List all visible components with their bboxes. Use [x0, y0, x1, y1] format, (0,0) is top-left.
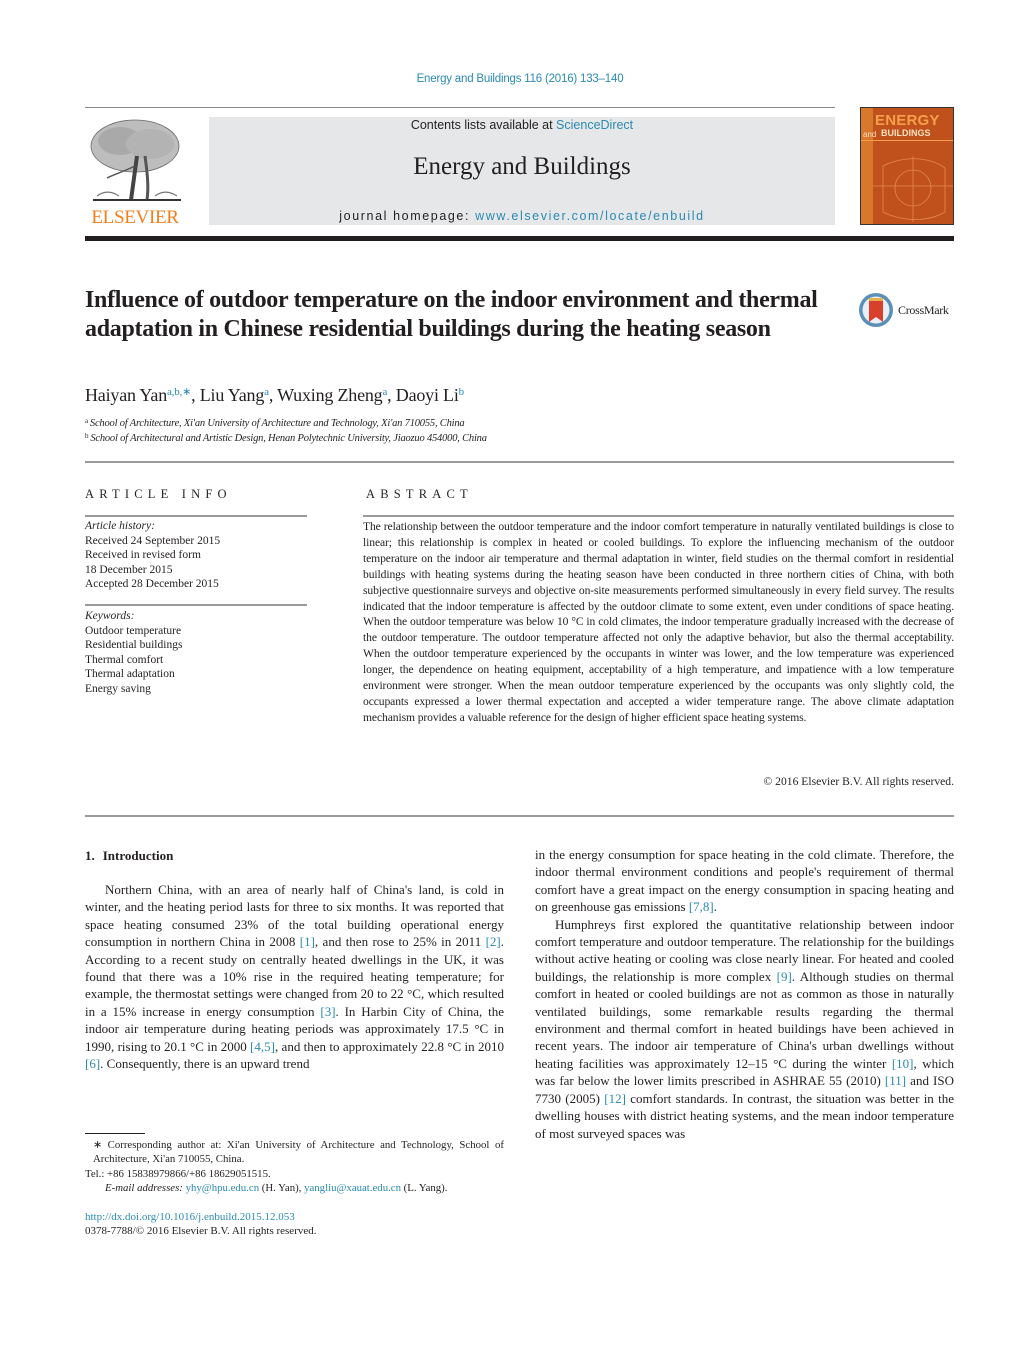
- telephone-note: Tel.: +86 15838979866/+86 18629051515.: [85, 1167, 271, 1180]
- keyword-item: Residential buildings: [85, 639, 183, 651]
- homepage-prefix: journal homepage:: [339, 209, 476, 223]
- paragraph: in the energy consumption for space heat…: [535, 846, 954, 916]
- article-history: Article history: Received 24 September 2…: [85, 519, 220, 592]
- author-separator: ,: [268, 385, 278, 405]
- reference-link[interactable]: [9]: [777, 969, 792, 984]
- journal-banner: Contents lists available at ScienceDirec…: [209, 117, 835, 225]
- cover-title-energy: ENERGY: [875, 112, 940, 129]
- elsevier-wordmark: ELSEVIER: [91, 207, 179, 228]
- author-name[interactable]: Liu Yang: [200, 385, 265, 405]
- elsevier-tree-icon: [90, 119, 181, 201]
- header-thick-rule: [85, 236, 954, 241]
- section-number: 1.: [85, 848, 95, 863]
- footnote: ∗ Corresponding author at: Xi'an Univers…: [85, 1138, 504, 1195]
- journal-title: Energy and Buildings: [413, 153, 631, 180]
- crossmark-badge[interactable]: CrossMark: [858, 291, 958, 329]
- cover-title-buildings: BUILDINGS: [881, 128, 931, 138]
- affiliation-mark: b: [85, 432, 89, 440]
- article-info-heading: ARTICLE INFO: [85, 487, 232, 501]
- author-list: Haiyan Yana,b,∗, Liu Yanga, Wuxing Zheng…: [85, 385, 464, 406]
- abstract-heading: ABSTRACT: [366, 487, 473, 501]
- text-run: , and then rose to 25% in 2011: [314, 934, 486, 950]
- body-column-right: in the energy consumption for space heat…: [535, 846, 954, 1142]
- keywords-label: Keywords:: [85, 610, 135, 622]
- abstract-text: The relationship between the outdoor tem…: [363, 520, 954, 724]
- affiliation: b School of Architectural and Artistic De…: [85, 432, 487, 444]
- article-title: Influence of outdoor temperature on the …: [85, 287, 818, 342]
- reference-link[interactable]: [4,5]: [250, 1039, 275, 1054]
- affiliation-mark: a: [85, 417, 88, 425]
- section-title: Introduction: [102, 848, 174, 863]
- cover-strip: [861, 108, 873, 224]
- author-affil-mark[interactable]: b: [459, 386, 465, 398]
- footnote-rule: [85, 1133, 145, 1134]
- paragraph: Northern China, with an area of nearly h…: [85, 881, 504, 1072]
- contents-prefix: Contents lists available at: [410, 118, 557, 132]
- email-label: E-mail addresses:: [105, 1181, 186, 1194]
- sciencedirect-link[interactable]: ScienceDirect: [556, 118, 633, 132]
- history-item: Accepted 28 December 2015: [85, 578, 219, 590]
- reference-link[interactable]: [2]: [486, 934, 501, 949]
- section-heading: 1. Introduction: [85, 848, 173, 864]
- contents-line: Contents lists available at ScienceDirec…: [209, 118, 835, 132]
- keywords-divider: [85, 604, 307, 606]
- journal-cover[interactable]: ENERGY and BUILDINGS: [860, 107, 954, 225]
- history-item: Received 24 September 2015: [85, 534, 221, 547]
- affiliation-text: School of Architecture, Xi'an University…: [89, 418, 465, 429]
- reference-link[interactable]: [7,8]: [689, 899, 714, 914]
- author-name[interactable]: Haiyan Yan: [85, 385, 167, 405]
- reference-link[interactable]: [6]: [85, 1056, 100, 1071]
- body-divider: [85, 815, 954, 817]
- abstract-copyright: © 2016 Elsevier B.V. All rights reserved…: [763, 775, 954, 788]
- cover-graphic: [873, 156, 953, 222]
- keyword-item: Thermal comfort: [85, 653, 164, 666]
- author-separator: ,: [387, 385, 396, 405]
- text-run: in the energy consumption for space heat…: [535, 847, 954, 915]
- crossmark-icon: [859, 293, 893, 327]
- keyword-item: Outdoor temperature: [85, 624, 182, 637]
- author-name[interactable]: Wuxing Zheng: [277, 385, 383, 405]
- email-owner: (L. Yang).: [400, 1181, 448, 1194]
- paragraph: Humphreys first explored the quantitativ…: [535, 916, 954, 1142]
- history-item: Received in revised form: [85, 549, 201, 561]
- reference-link[interactable]: [3]: [320, 1004, 335, 1019]
- text-run: . Consequently, there is an upward trend: [100, 1056, 310, 1072]
- cover-divider: [861, 140, 953, 141]
- reference-link[interactable]: [1]: [300, 934, 315, 949]
- header-divider: [85, 107, 835, 108]
- email-owner: (H. Yan),: [259, 1181, 305, 1194]
- reference-link[interactable]: [12]: [604, 1091, 626, 1106]
- abstract-divider: [363, 515, 954, 517]
- keyword-item: Thermal adaptation: [85, 668, 175, 680]
- article-info-divider: [85, 515, 307, 517]
- keywords: Keywords: Outdoor temperature Residentia…: [85, 609, 182, 696]
- elsevier-logo: ELSEVIER: [85, 116, 185, 228]
- corresponding-author-note: ∗ Corresponding author at: Xi'an Univers…: [93, 1139, 504, 1166]
- keyword-item: Energy saving: [85, 682, 151, 695]
- affiliation: a School of Architecture, Xi'an Universit…: [85, 417, 465, 429]
- email-note: E-mail addresses: yhy@hpu.edu.cn (H. Yan…: [85, 1181, 504, 1195]
- doi-link[interactable]: http://dx.doi.org/10.1016/j.enbuild.2015…: [85, 1211, 295, 1223]
- journal-citation[interactable]: Energy and Buildings 116 (2016) 133–140: [0, 73, 1020, 85]
- reference-link[interactable]: [10]: [892, 1056, 914, 1071]
- issn-copyright: 0378-7788/© 2016 Elsevier B.V. All right…: [85, 1225, 317, 1237]
- email-link[interactable]: yhy@hpu.edu.cn: [186, 1182, 260, 1194]
- author-affil-mark[interactable]: a,b,∗: [167, 386, 191, 398]
- journal-homepage: journal homepage: www.elsevier.com/locat…: [209, 209, 835, 223]
- reference-link[interactable]: [11]: [885, 1073, 906, 1088]
- author-separator: ,: [191, 385, 200, 405]
- email-link[interactable]: yangliu@xauat.edu.cn: [304, 1182, 401, 1194]
- cover-title-and: and: [863, 130, 877, 139]
- text-run: .: [713, 899, 717, 915]
- author-name[interactable]: Daoyi Li: [396, 385, 459, 405]
- history-label: Article history:: [85, 520, 155, 532]
- homepage-link[interactable]: www.elsevier.com/locate/enbuild: [475, 209, 705, 223]
- crossmark-label: CrossMark: [898, 303, 949, 317]
- text-run: , and then to approximately 22.8 °C in 2…: [274, 1038, 504, 1054]
- affiliation-text: School of Architectural and Artistic Des…: [90, 433, 487, 444]
- body-column-left: Northern China, with an area of nearly h…: [85, 881, 504, 1072]
- history-item: 18 December 2015: [85, 563, 173, 576]
- section-divider: [85, 461, 954, 463]
